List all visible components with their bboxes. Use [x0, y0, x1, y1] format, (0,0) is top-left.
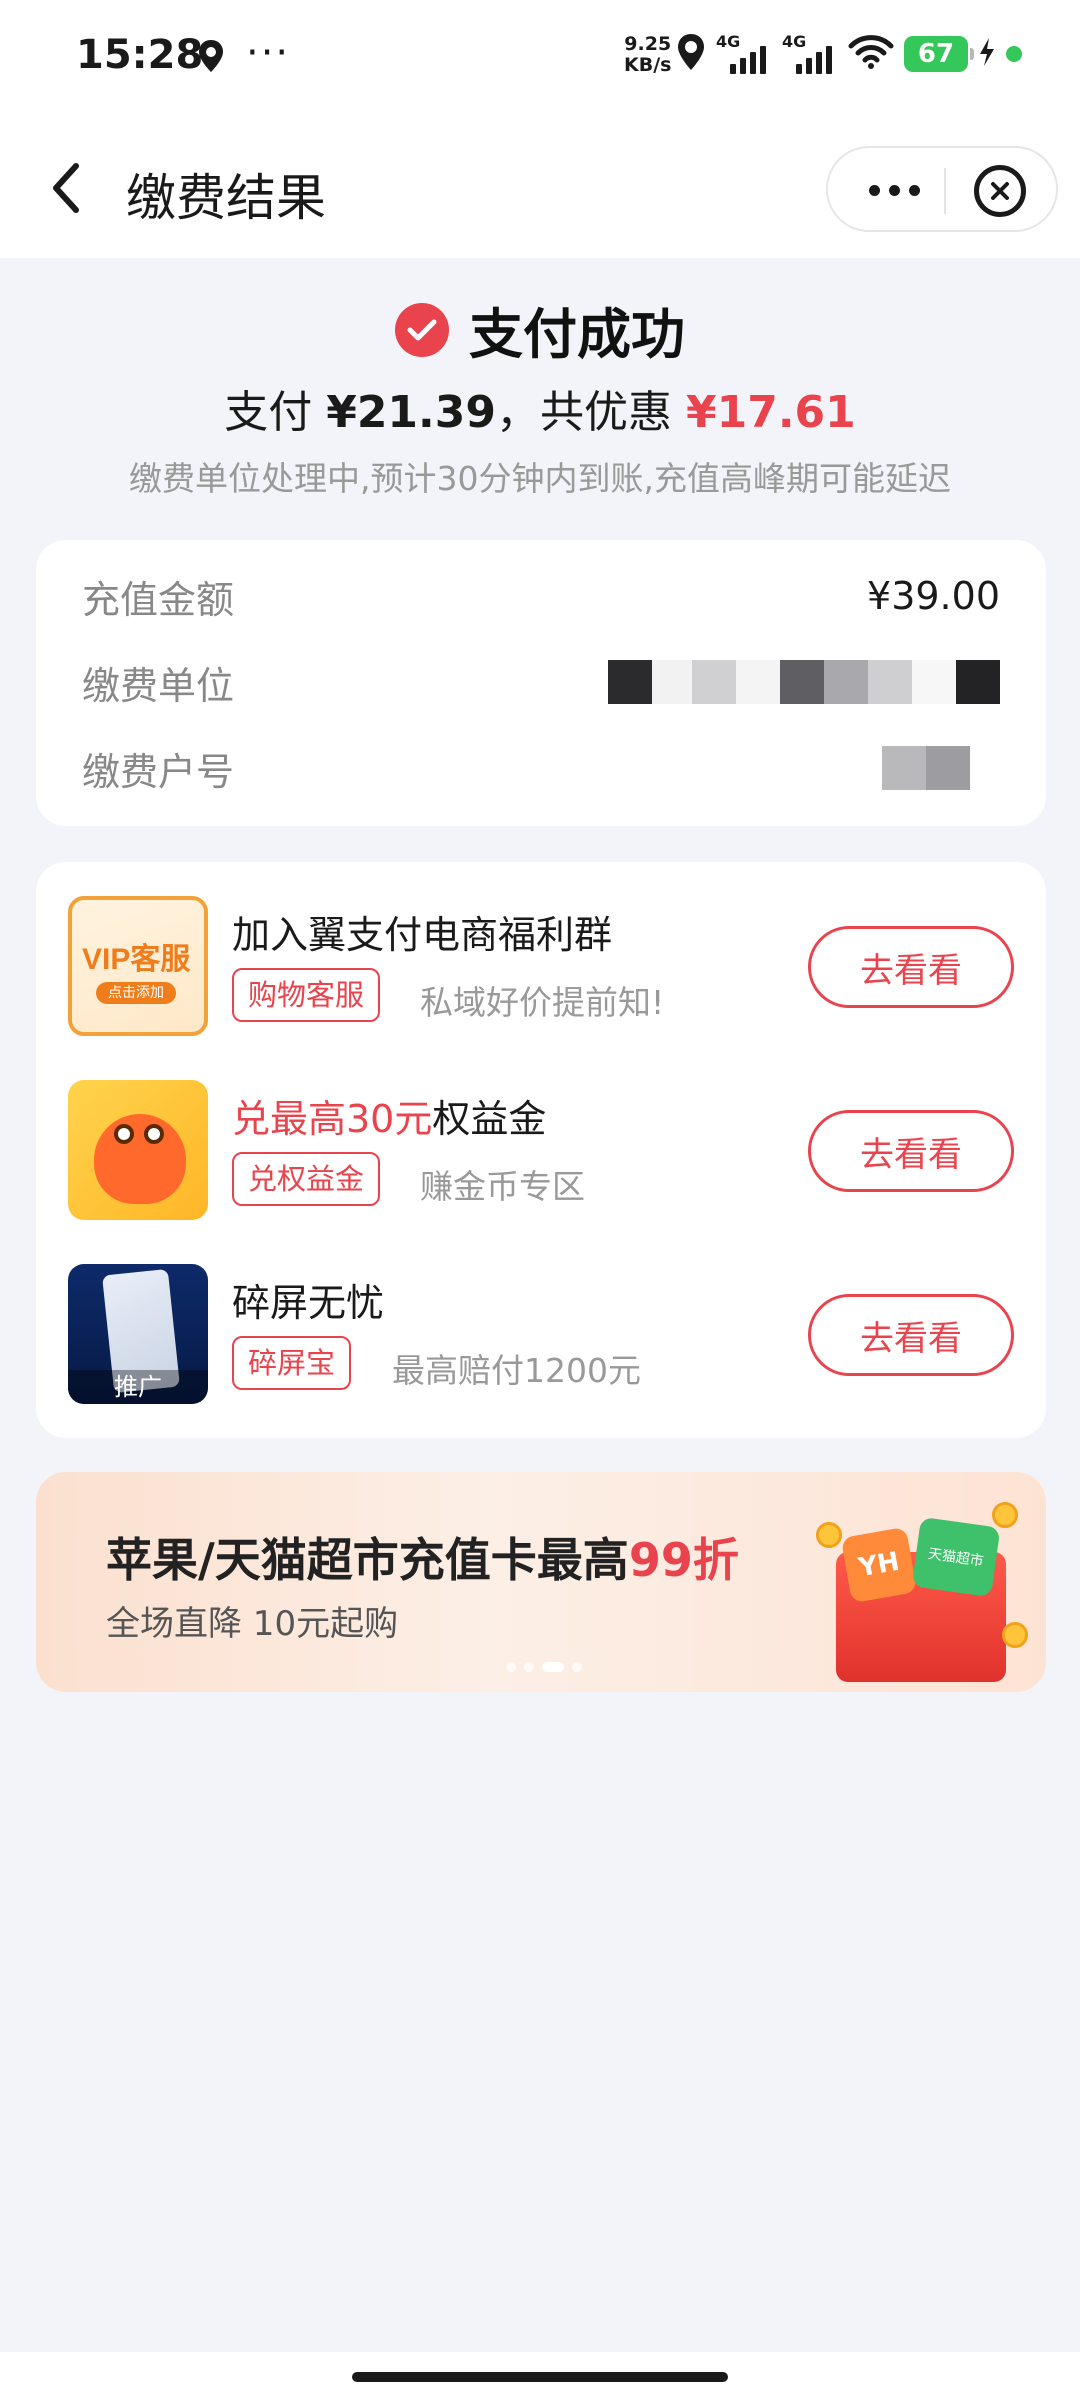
status-bar: 15:28 ··· 9.25 KB/s 4G 4G 67 — [0, 0, 1080, 120]
promo-title: 加入翼支付电商福利群 — [232, 904, 612, 959]
net-speed-unit: KB/s — [624, 54, 672, 76]
detail-row-amount: 充值金额 ¥39.00 — [82, 566, 1000, 626]
promo-desc: 赚金币专区 — [420, 1167, 585, 1206]
promo-title: 碎屏无忧 — [232, 1272, 384, 1327]
success-check-icon — [395, 302, 449, 357]
capsule-divider — [944, 168, 946, 214]
go-see-button[interactable]: 去看看 — [808, 1110, 1014, 1192]
promo-title: 兑最高30元权益金 — [232, 1088, 546, 1143]
location-icon — [196, 38, 226, 78]
detail-label: 缴费户号 — [82, 749, 235, 794]
net-speed: 9.25 KB/s — [624, 34, 671, 76]
cracked-phone-thumbnail: 推广 — [68, 1264, 208, 1404]
payment-status: 支付成功 — [0, 290, 1080, 369]
thumb-badge: 点击添加 — [96, 982, 176, 1004]
promo-item-screen[interactable]: 推广 碎屏无忧 碎屏宝 最高赔付1200元 去看看 — [68, 1264, 1014, 1404]
pay-label: 支付 — [224, 387, 313, 438]
ad-label: 推广 — [68, 1370, 208, 1404]
promo-tag: 碎屏宝 — [232, 1336, 352, 1390]
promo-desc: 最高赔付1200元 — [392, 1351, 641, 1390]
wifi-icon — [848, 34, 894, 74]
detail-value: ¥39.00 — [867, 574, 1000, 618]
signal-icon: 4G — [782, 32, 838, 76]
status-more: ··· — [246, 30, 291, 76]
promo-title-highlight: 兑最高30元 — [232, 1097, 433, 1141]
discount-label: 共优惠 — [540, 387, 672, 438]
more-icon[interactable] — [854, 170, 934, 210]
payment-details-card: 充值金额 ¥39.00 缴费单位 缴费户号 — [36, 540, 1046, 826]
summary-separator: ， — [496, 387, 540, 438]
detail-row-unit: 缴费单位 — [82, 652, 1000, 712]
status-icons: 4G 4G 67 — [676, 32, 1022, 76]
charging-icon — [978, 37, 996, 71]
net-speed-value: 9.25 — [624, 33, 672, 55]
vip-service-thumbnail: VIP客服 点击添加 — [68, 896, 208, 1036]
status-text: 支付成功 — [469, 303, 685, 366]
status-time: 15:28 — [76, 32, 204, 78]
promotions-card: VIP客服 点击添加 加入翼支付电商福利群 购物客服 私域好价提前知! 去看看 … — [36, 862, 1046, 1438]
processing-note: 缴费单位处理中,预计30分钟内到账,充值高峰期可能延迟 — [129, 459, 951, 498]
gift-box-icon: YH 天猫超市 — [816, 1502, 1028, 1682]
redacted-value — [608, 660, 1000, 704]
promo-desc: 私域好价提前知! — [420, 983, 665, 1022]
payment-summary: 支付 ¥21.39，共优惠 ¥17.61 — [0, 376, 1080, 440]
discount-amount: ¥17.61 — [686, 387, 856, 438]
promo-tag: 购物客服 — [232, 968, 381, 1022]
back-icon[interactable] — [36, 158, 96, 218]
detail-label: 充值金额 — [82, 577, 235, 622]
promo-title-text: 碎屏无忧 — [232, 1281, 385, 1325]
redacted-value — [882, 746, 970, 790]
page-title: 缴费结果 — [126, 169, 326, 227]
banner-title-text: 苹果/天猫超市充值卡最高 — [106, 1533, 629, 1587]
promo-item-rights[interactable]: 兑最高30元权益金 兑权益金 赚金币专区 去看看 — [68, 1080, 1014, 1220]
banner-title: 苹果/天猫超市充值卡最高99折 — [106, 1524, 739, 1590]
promo-item-vip[interactable]: VIP客服 点击添加 加入翼支付电商福利群 购物客服 私域好价提前知! 去看看 — [68, 896, 1014, 1036]
detail-label: 缴费单位 — [82, 663, 235, 708]
banner-subtitle: 全场直降 10元起购 — [106, 1604, 399, 1644]
mini-program-capsule — [826, 146, 1058, 232]
carousel-indicator — [506, 1662, 582, 1672]
promo-tag: 兑权益金 — [232, 1152, 381, 1206]
promo-title-text: 权益金 — [432, 1097, 547, 1141]
battery-level: 67 — [917, 39, 955, 69]
privacy-dot — [1006, 46, 1022, 62]
promo-title-text: 加入翼支付电商福利群 — [232, 913, 613, 957]
thumb-text: VIP客服 — [82, 943, 191, 976]
promo-banner[interactable]: 苹果/天猫超市充值卡最高99折 全场直降 10元起购 YH 天猫超市 — [36, 1472, 1046, 1692]
signal-icon: 4G — [716, 32, 772, 76]
go-see-button[interactable]: 去看看 — [808, 1294, 1014, 1376]
yh-card: YH — [840, 1526, 918, 1604]
location-icon — [676, 32, 706, 76]
battery-icon: 67 — [904, 36, 974, 72]
tmall-card: 天猫超市 — [911, 1516, 1001, 1598]
banner-title-highlight: 99折 — [628, 1533, 739, 1587]
home-indicator[interactable] — [352, 2372, 728, 2382]
go-see-button[interactable]: 去看看 — [808, 926, 1014, 1008]
close-icon[interactable] — [974, 165, 1026, 217]
nav-bar: 缴费结果 — [0, 120, 1080, 258]
detail-row-account: 缴费户号 — [82, 738, 1000, 798]
lucky-bag-thumbnail — [68, 1080, 208, 1220]
pay-amount: ¥21.39 — [326, 387, 496, 438]
